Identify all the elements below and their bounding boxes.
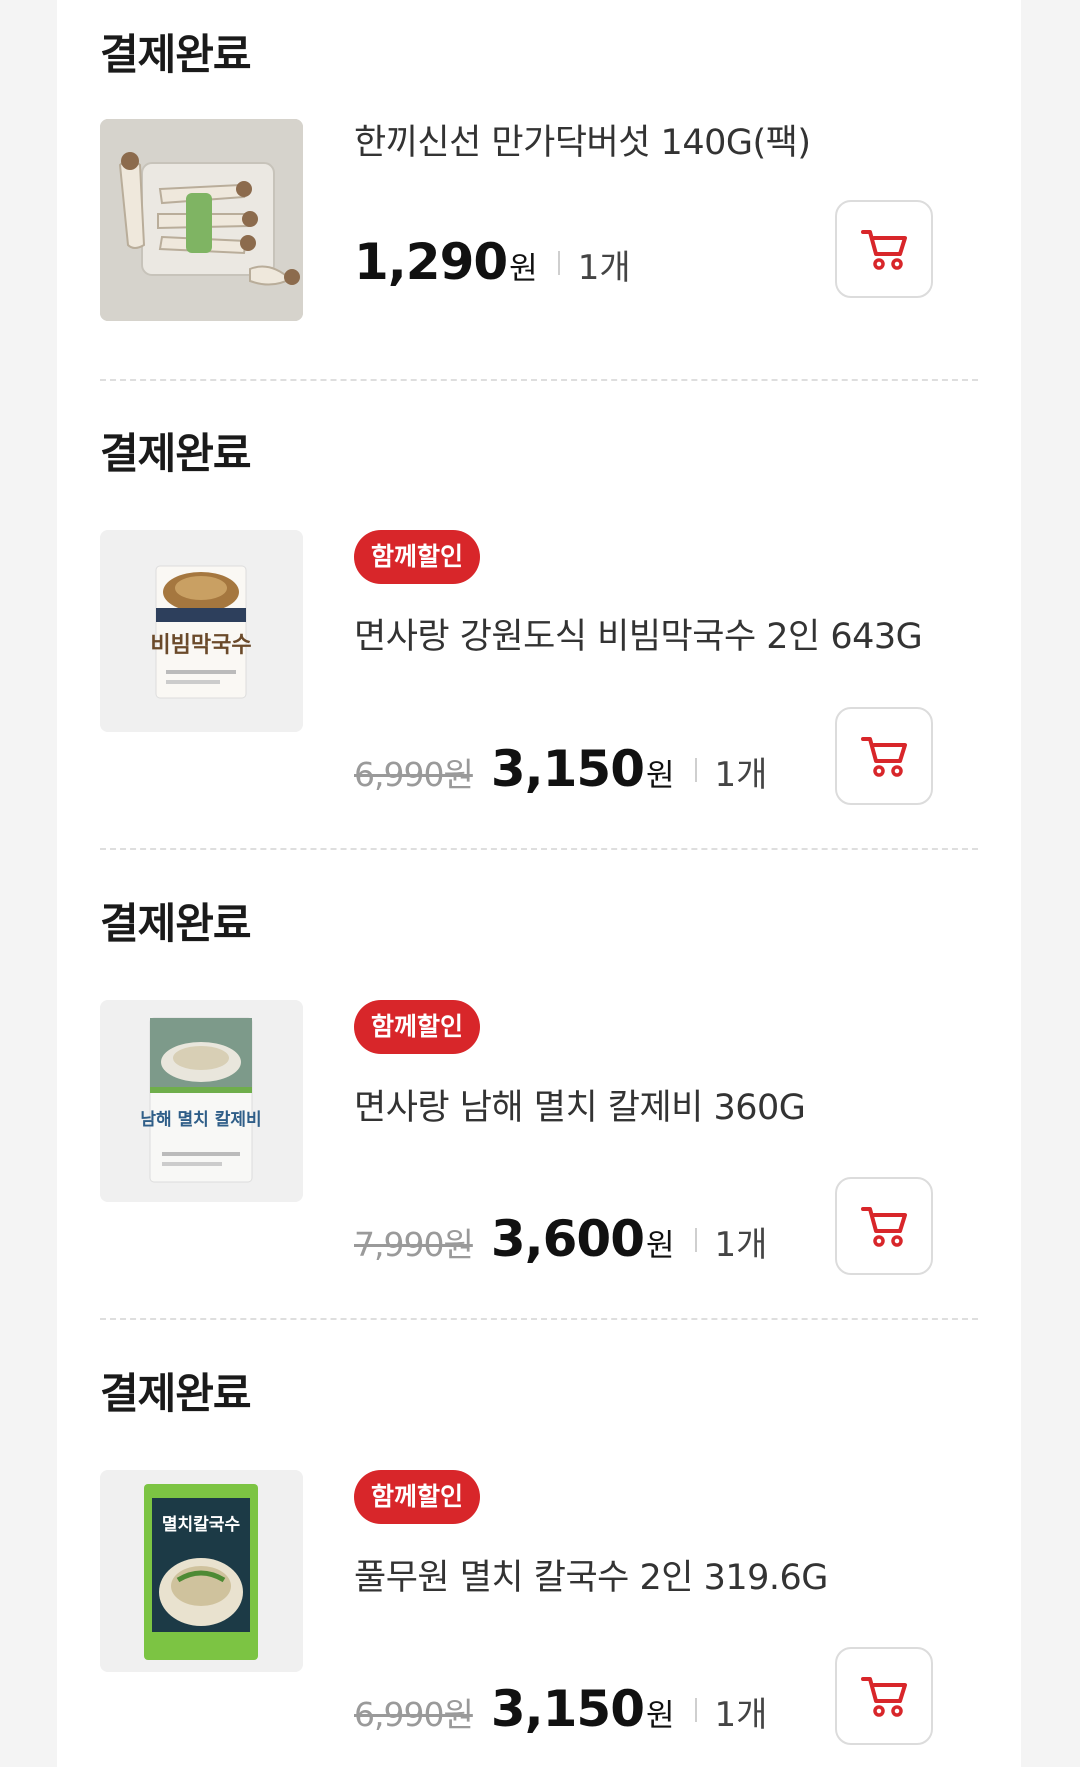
currency-unit: 원 <box>509 251 538 287</box>
price-line: 7,990원 3,600 원 1개 <box>354 1210 767 1270</box>
order-status: 결제완료 <box>100 30 252 79</box>
currency-unit: 원 <box>646 758 675 794</box>
add-to-cart-button[interactable] <box>835 1177 933 1275</box>
sale-price: 3,150 <box>490 740 645 798</box>
mushroom-pack-image <box>100 119 303 321</box>
currency-unit: 원 <box>646 1698 675 1734</box>
add-to-cart-button[interactable] <box>835 1647 933 1745</box>
order-divider <box>100 1318 978 1320</box>
price-line: 6,990원 3,150 원 1개 <box>354 1680 767 1740</box>
quantity: 1개 <box>714 755 768 795</box>
product-image-kalguksu[interactable]: 멸치칼국수 <box>100 1470 303 1672</box>
sale-price: 3,600 <box>490 1210 645 1268</box>
package-label: 남해 멸치 칼제비 <box>140 1110 261 1130</box>
currency-unit: 원 <box>646 1228 675 1264</box>
price-line: 6,990원 3,150 원 1개 <box>354 740 767 800</box>
add-to-cart-button[interactable] <box>835 707 933 805</box>
quantity: 1개 <box>714 1225 768 1265</box>
bibim-makguksu-pack-image: 비빔막국수 <box>100 530 303 732</box>
order-status: 결제완료 <box>100 429 252 478</box>
package-label: 멸치칼국수 <box>162 1515 241 1535</box>
order-history-panel: 결제완료 한끼신선 만가닥버섯 140G(팩) 1,290 원 1개 결제완료 … <box>57 0 1021 1767</box>
order-divider <box>100 848 978 850</box>
product-name[interactable]: 면사랑 강원도식 비빔막국수 2인 643G <box>354 620 923 655</box>
shopping-cart-icon <box>861 230 907 270</box>
product-name[interactable]: 면사랑 남해 멸치 칼제비 360G <box>354 1091 806 1126</box>
anchovy-kaljebi-pack-image: 남해 멸치 칼제비 <box>100 1000 303 1202</box>
product-image-mushroom[interactable] <box>100 119 303 321</box>
separator <box>557 251 560 275</box>
discount-badge: 함께할인 <box>354 1000 481 1054</box>
price-line: 1,290 원 1개 <box>354 233 631 293</box>
order-status: 결제완료 <box>100 1369 252 1418</box>
quantity: 1개 <box>714 1695 768 1735</box>
separator <box>694 758 697 782</box>
quantity: 1개 <box>577 248 631 288</box>
anchovy-kalguksu-pack-image: 멸치칼국수 <box>100 1470 303 1672</box>
sale-price: 1,290 <box>354 233 508 291</box>
order-divider <box>100 379 978 381</box>
original-price: 6,990원 <box>354 755 474 794</box>
shopping-cart-icon <box>861 1207 907 1247</box>
product-name[interactable]: 한끼신선 만가닥버섯 140G(팩) <box>354 126 811 161</box>
shopping-cart-icon <box>861 1677 907 1717</box>
original-price: 6,990원 <box>354 1695 474 1734</box>
sale-price: 3,150 <box>490 1680 645 1738</box>
package-label: 비빔막국수 <box>150 633 251 658</box>
original-price: 7,990원 <box>354 1225 474 1264</box>
separator <box>694 1228 697 1252</box>
add-to-cart-button[interactable] <box>835 200 933 298</box>
product-image-kaljebi[interactable]: 남해 멸치 칼제비 <box>100 1000 303 1202</box>
order-status: 결제완료 <box>100 899 252 948</box>
discount-badge: 함께할인 <box>354 1470 481 1524</box>
product-name[interactable]: 풀무원 멸치 칼국수 2인 319.6G <box>354 1561 828 1596</box>
product-image-makguksu[interactable]: 비빔막국수 <box>100 530 303 732</box>
shopping-cart-icon <box>861 737 907 777</box>
separator <box>694 1698 697 1722</box>
discount-badge: 함께할인 <box>354 530 481 584</box>
